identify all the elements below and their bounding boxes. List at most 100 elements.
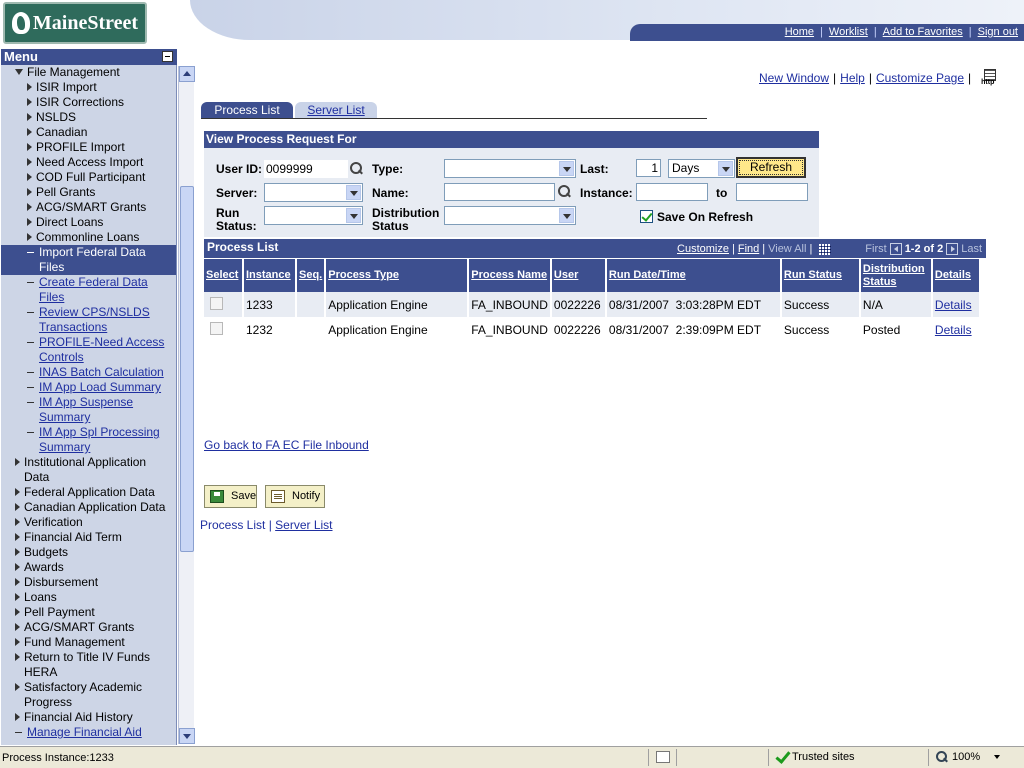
- menu-item[interactable]: Need Access Import: [27, 155, 143, 170]
- menu-item[interactable]: Budgets: [15, 545, 68, 560]
- menu-scrollbar[interactable]: [178, 66, 195, 744]
- scroll-thumb[interactable]: [180, 186, 194, 552]
- menu-item[interactable]: ACG/SMART Grants: [27, 200, 146, 215]
- scroll-down-icon[interactable]: [179, 728, 195, 744]
- save-on-refresh-checkbox[interactable]: [640, 210, 653, 223]
- row-select-checkbox[interactable]: [210, 296, 223, 310]
- mainestreet-logo[interactable]: MaineStreet: [3, 2, 147, 44]
- refresh-button[interactable]: Refresh: [736, 157, 806, 178]
- menu-item[interactable]: Loans: [15, 590, 57, 605]
- days-select[interactable]: Days: [668, 159, 735, 178]
- expanded-triangle-icon: [15, 69, 23, 75]
- menu-item[interactable]: INAS Batch Calculation: [27, 365, 164, 380]
- menu-item[interactable]: Pell Payment: [15, 605, 95, 620]
- zoom-control[interactable]: 100%: [936, 751, 1001, 763]
- menu-header: Menu: [1, 49, 177, 65]
- http-url-icon[interactable]: http: [981, 69, 997, 87]
- tab-process-list[interactable]: Process List: [201, 102, 293, 119]
- row-details-link[interactable]: Details: [935, 298, 972, 312]
- menu-item[interactable]: Review CPS/NSLDS Transactions: [27, 305, 150, 335]
- name-lookup-icon[interactable]: [558, 185, 572, 199]
- grid-row-range: 1-2 of 2: [904, 243, 944, 255]
- menu-item[interactable]: Canadian: [27, 125, 87, 140]
- notify-button[interactable]: Notify: [265, 485, 325, 508]
- col-user[interactable]: User: [551, 259, 605, 292]
- download-grid-icon[interactable]: [819, 243, 832, 255]
- last-label: Last:: [580, 162, 609, 176]
- menu-item-label: Fund Management: [24, 635, 125, 649]
- last-input[interactable]: 1: [636, 159, 661, 177]
- go-back-link[interactable]: Go back to FA EC File Inbound: [204, 438, 369, 452]
- menu-item-label: ISIR Import: [36, 80, 97, 94]
- row-details-link[interactable]: Details: [935, 323, 972, 337]
- menu-item[interactable]: ISIR Import: [27, 80, 97, 95]
- user-id-input[interactable]: 0099999: [264, 160, 348, 178]
- row-seq: [297, 292, 325, 317]
- type-select[interactable]: [444, 159, 576, 178]
- instance-to-input[interactable]: [736, 183, 808, 201]
- menu-item[interactable]: Manage Financial Aid: [15, 725, 142, 740]
- menu-item[interactable]: Canadian Application Data: [15, 500, 165, 515]
- col-seq[interactable]: Seq.: [297, 259, 325, 292]
- menu-item[interactable]: Financial Aid History: [15, 710, 133, 725]
- menu-item[interactable]: Institutional Application Data: [15, 455, 146, 485]
- scroll-up-icon[interactable]: [179, 66, 195, 82]
- menu-item[interactable]: Pell Grants: [27, 185, 95, 200]
- col-process-type[interactable]: Process Type: [326, 259, 468, 292]
- menu-item[interactable]: PROFILE-Need Access Controls: [27, 335, 164, 365]
- menu-item[interactable]: ACG/SMART Grants: [15, 620, 134, 635]
- menu-item[interactable]: Awards: [15, 560, 64, 575]
- menu-item[interactable]: Fund Management: [15, 635, 125, 650]
- add-to-favorites-link[interactable]: Add to Favorites: [883, 26, 963, 38]
- menu-item[interactable]: File Management: [15, 65, 120, 80]
- menu-item[interactable]: IM App Load Summary: [27, 380, 161, 395]
- menu-item[interactable]: Return to Title IV Funds HERA: [15, 650, 150, 680]
- menu-item[interactable]: Commonline Loans: [27, 230, 139, 245]
- menu-item[interactable]: Direct Loans: [27, 215, 103, 230]
- user-id-lookup-icon[interactable]: [350, 162, 364, 176]
- home-link[interactable]: Home: [785, 26, 814, 38]
- col-instance[interactable]: Instance: [244, 259, 295, 292]
- grid-customize-link[interactable]: Customize: [677, 243, 729, 255]
- col-process-name[interactable]: Process Name: [469, 259, 550, 292]
- col-select[interactable]: Select: [204, 259, 242, 292]
- menu-item[interactable]: Satisfactory Academic Progress: [15, 680, 142, 710]
- bottom-server-list-link[interactable]: Server List: [275, 518, 332, 532]
- collapse-menu-icon[interactable]: [162, 51, 173, 62]
- grid-find-link[interactable]: Find: [738, 243, 759, 255]
- name-input[interactable]: [444, 183, 555, 201]
- menu-item[interactable]: Import Federal Data Files: [1, 245, 176, 275]
- instance-from-input[interactable]: [636, 183, 708, 201]
- security-zone[interactable]: Trusted sites: [776, 751, 855, 763]
- col-run-status[interactable]: Run Status: [781, 259, 859, 292]
- tab-server-list[interactable]: Server List: [295, 102, 377, 119]
- help-link[interactable]: Help: [840, 71, 865, 85]
- menu-item[interactable]: Financial Aid Term: [15, 530, 122, 545]
- server-select[interactable]: [264, 183, 363, 202]
- tab-divider: [201, 118, 707, 119]
- menu-item[interactable]: Create Federal Data Files: [27, 275, 148, 305]
- row-select-checkbox[interactable]: [210, 321, 223, 335]
- menu-item[interactable]: COD Full Participant: [27, 170, 145, 185]
- menu-item-label: Loans: [24, 590, 57, 604]
- sign-out-link[interactable]: Sign out: [978, 26, 1018, 38]
- distribution-status-select[interactable]: [444, 206, 576, 225]
- menu-item[interactable]: IM App Spl Processing Summary: [27, 425, 160, 455]
- menu-item[interactable]: NSLDS: [27, 110, 76, 125]
- col-run-datetime[interactable]: Run Date/Time: [606, 259, 780, 292]
- col-distribution-status[interactable]: Distribution Status: [860, 259, 931, 292]
- save-button[interactable]: Save: [204, 485, 257, 508]
- menu-item-label: Financial Aid History: [24, 710, 133, 724]
- col-details[interactable]: Details: [932, 259, 979, 292]
- new-window-link[interactable]: New Window: [759, 71, 829, 85]
- menu-item[interactable]: ISIR Corrections: [27, 95, 124, 110]
- run-status-select[interactable]: [264, 206, 363, 225]
- menu-item[interactable]: Disbursement: [15, 575, 98, 590]
- menu-item[interactable]: PROFILE Import: [27, 140, 125, 155]
- customize-page-link[interactable]: Customize Page: [876, 71, 964, 85]
- menu-item[interactable]: Federal Application Data: [15, 485, 155, 500]
- menu-item-label: Canadian Application Data: [24, 500, 166, 514]
- menu-item[interactable]: IM App Suspense Summary: [27, 395, 133, 425]
- worklist-link[interactable]: Worklist: [829, 26, 868, 38]
- menu-item[interactable]: Verification: [15, 515, 83, 530]
